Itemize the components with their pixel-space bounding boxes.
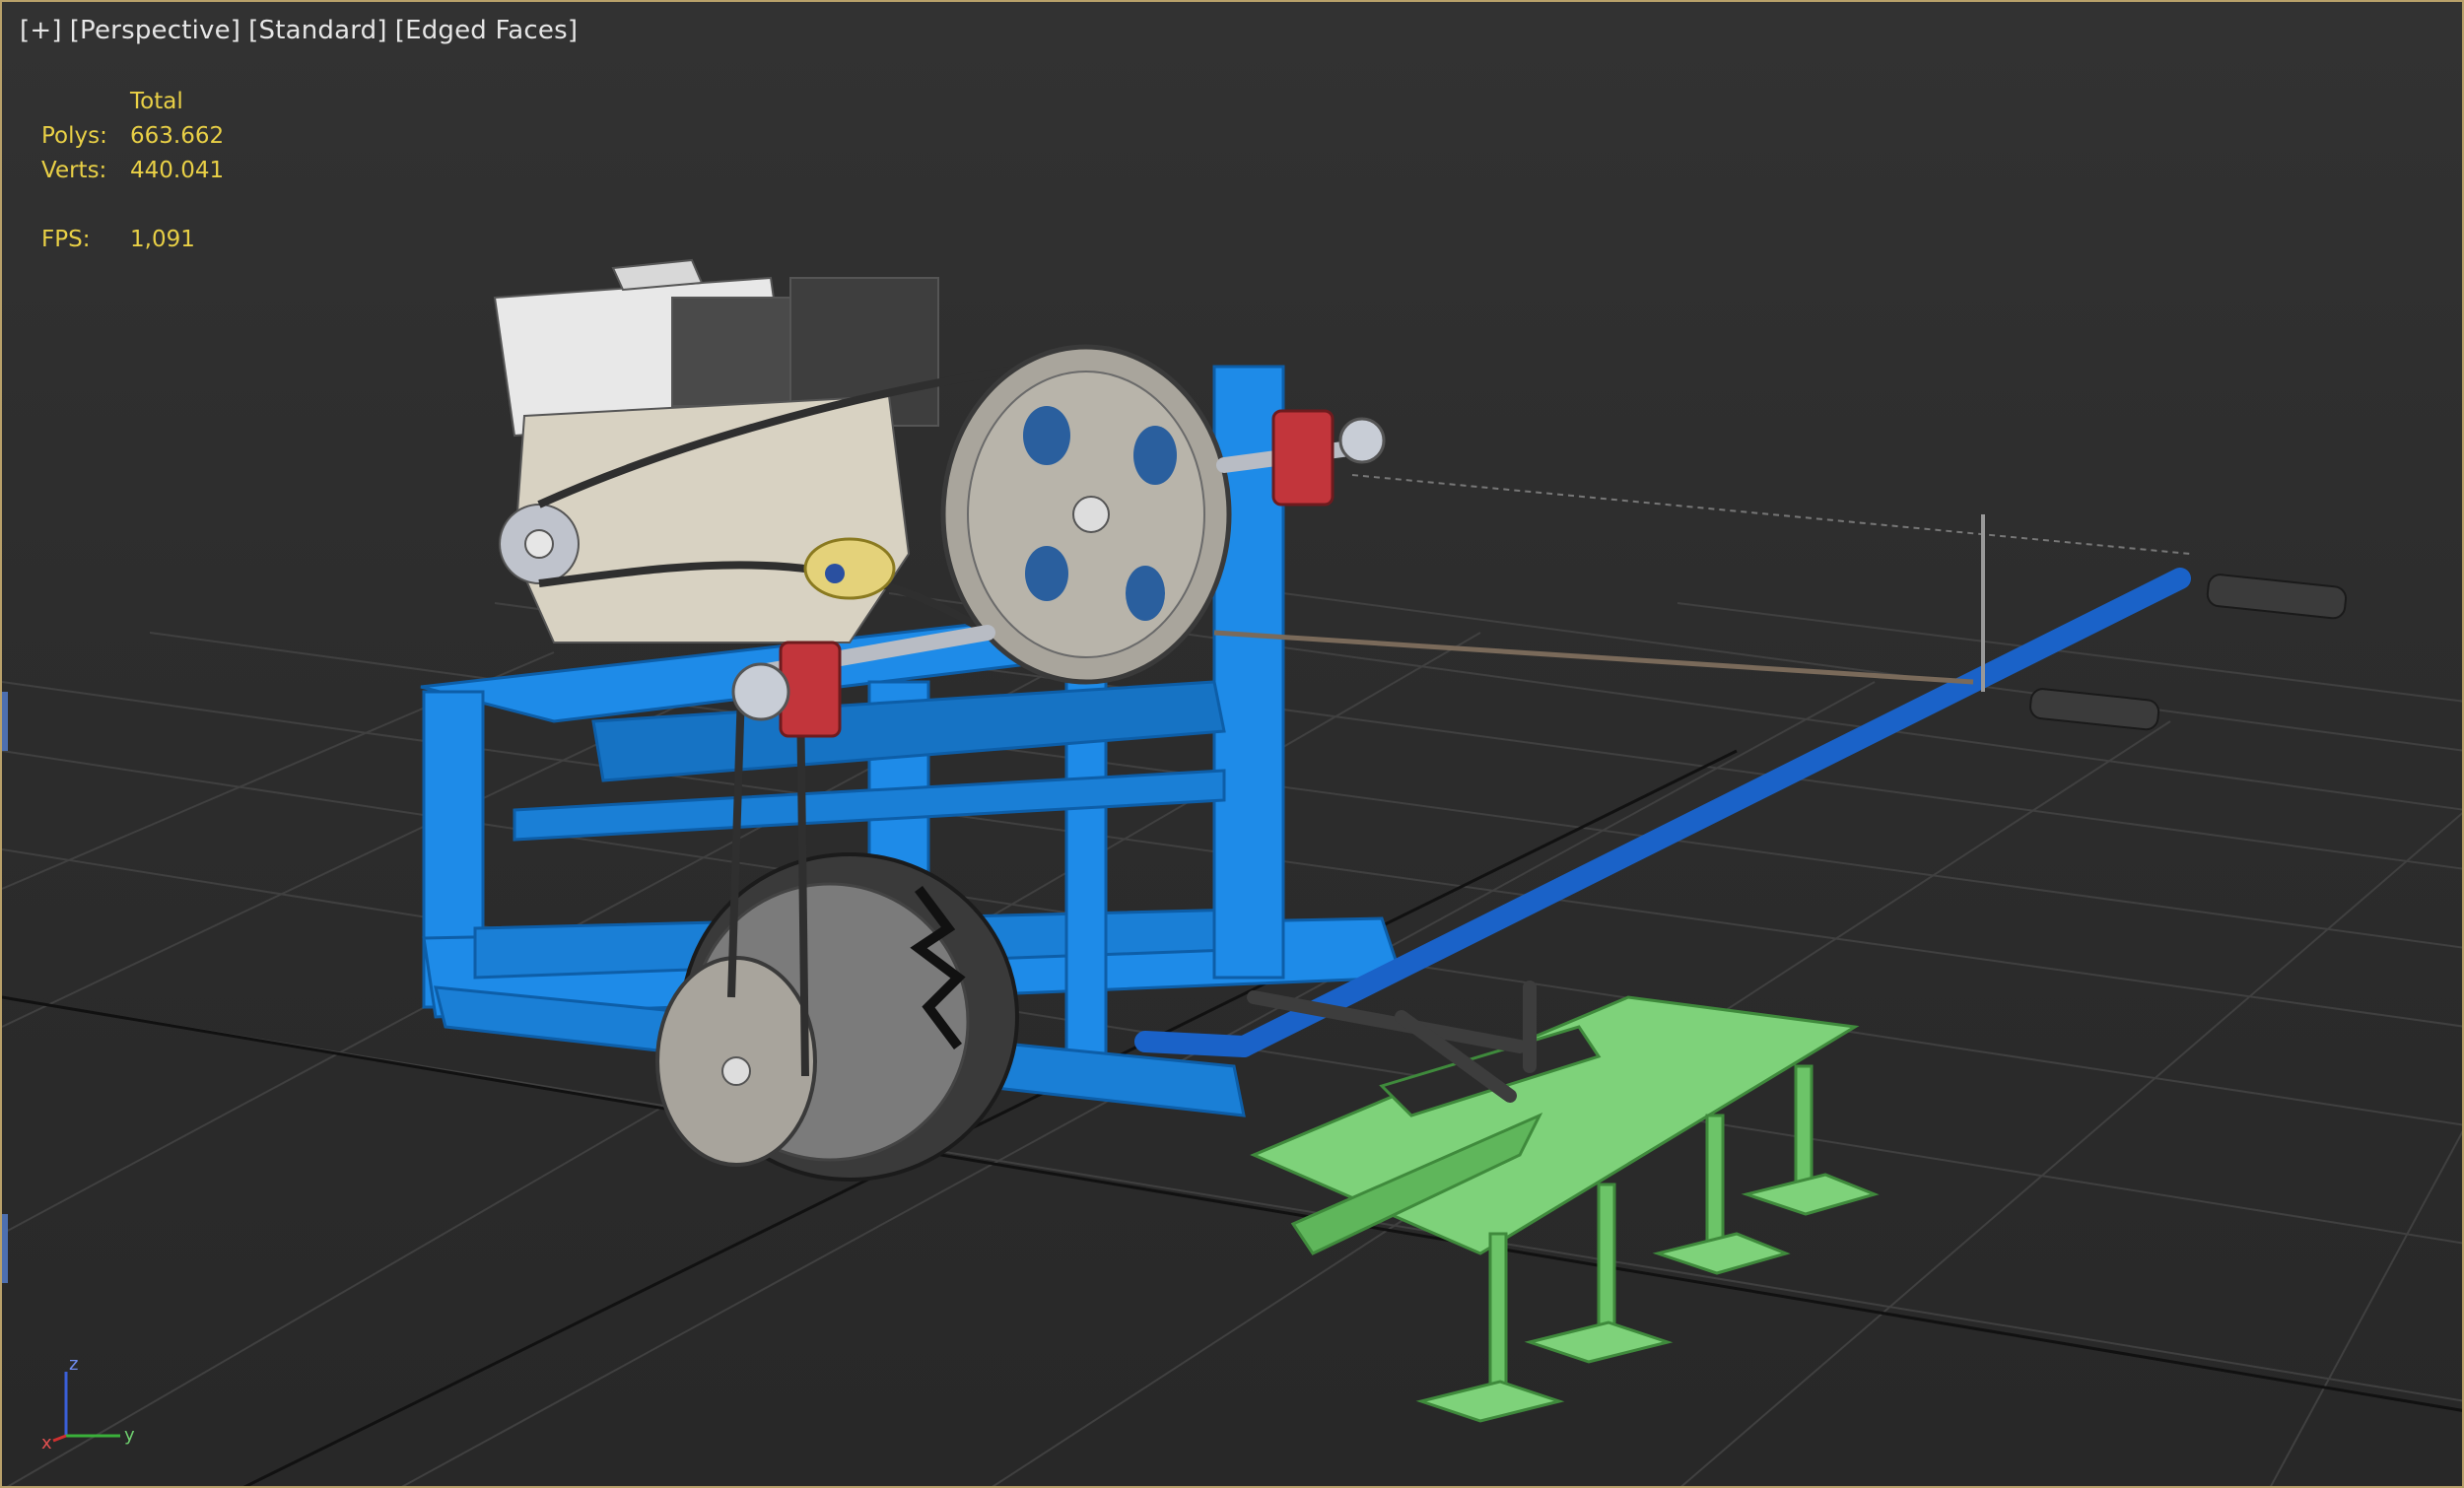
axis-gizmo: z y x: [41, 1354, 135, 1451]
x-axis-label: x: [41, 1433, 52, 1451]
polys-value: 663.662: [130, 123, 225, 149]
3d-viewport[interactable]: [+] [Perspective] [Standard] [Edged Faces] …: [0, 0, 2464, 1488]
idler-roller[interactable]: [803, 537, 896, 600]
viewport-label[interactable]: [+] [Perspective] [Standard] [Edged Faces]: [20, 16, 585, 45]
control-cables: [1213, 474, 2191, 692]
polys-label: Polys:: [41, 123, 107, 149]
x-axis: [52, 1434, 67, 1443]
verts-label: Verts:: [41, 158, 107, 183]
scene-canvas[interactable]: [2, 2, 2464, 1488]
verts-value: 440.041: [130, 158, 225, 183]
tiller-implement[interactable]: [1250, 995, 1880, 1423]
viewport-view-perspective[interactable]: [Perspective]: [70, 16, 240, 45]
left-edge-tab[interactable]: [2, 692, 8, 751]
fps-value: 1,091: [130, 227, 195, 252]
fps-label: FPS:: [41, 227, 91, 252]
rear-linkage[interactable]: [1247, 981, 1537, 1103]
y-axis-label: y: [124, 1425, 135, 1446]
stats-overlay: Total Polys: 663.662 Verts: 440.041 FPS: 1,…: [41, 85, 224, 257]
left-edge-tab[interactable]: [2, 1214, 8, 1283]
viewport-shading-standard[interactable]: [Standard]: [248, 16, 387, 45]
lower-pulley[interactable]: [655, 956, 817, 1167]
viewport-display-edged-faces[interactable]: [Edged Faces]: [395, 16, 578, 45]
z-axis-label: z: [69, 1354, 78, 1375]
viewport-menu-plus[interactable]: [+]: [20, 16, 62, 45]
stats-header: Total: [130, 89, 183, 114]
